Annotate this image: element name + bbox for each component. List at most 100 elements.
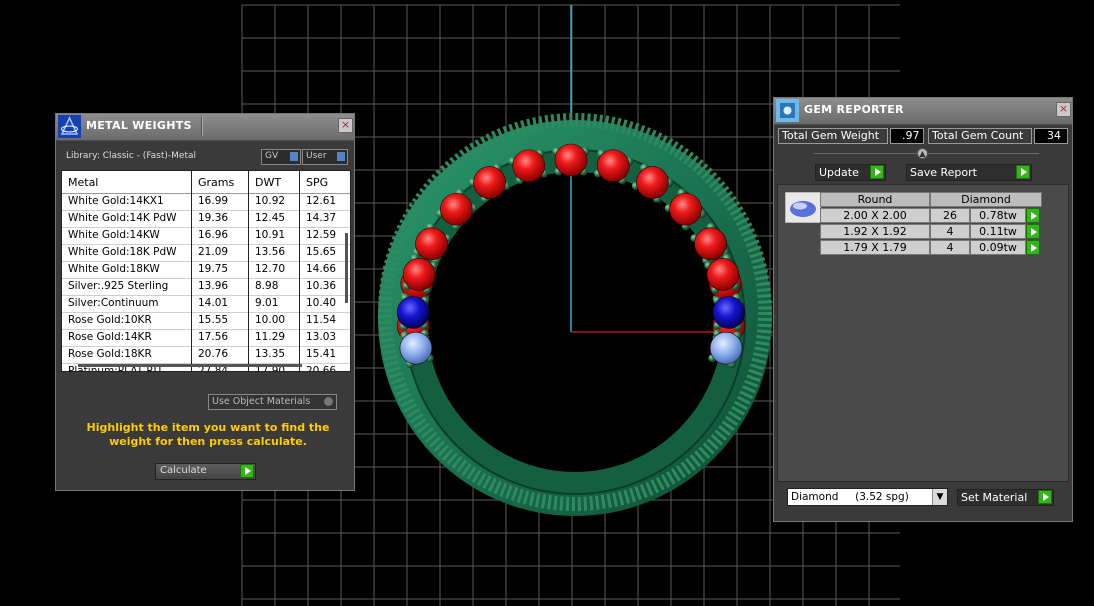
user-toggle[interactable]: User (302, 149, 348, 165)
save-report-play-icon (1016, 165, 1030, 179)
ruby-gem[interactable] (694, 227, 727, 261)
column-header[interactable]: SPG (306, 176, 328, 189)
metal-weights-title: METAL WEIGHTS (86, 119, 192, 132)
select-gems-play-icon[interactable] (1026, 208, 1040, 223)
set-material-play-icon (1038, 490, 1052, 504)
column-divider (248, 171, 249, 371)
table-row[interactable]: White Gold:14KX1 16.99 10.92 12.61 (62, 194, 350, 211)
table-row[interactable]: Rose Gold:10KR 15.55 10.00 11.54 (62, 313, 350, 330)
horizontal-scrollbar[interactable] (78, 364, 302, 367)
select-gems-play-icon[interactable] (1026, 240, 1040, 255)
save-report-button[interactable]: Save Report (906, 164, 1032, 181)
ruby-gem[interactable] (440, 192, 473, 226)
sapphire-gem[interactable] (712, 296, 746, 329)
update-label: Update (819, 166, 859, 179)
table-row[interactable]: White Gold:14KW 16.96 10.91 12.59 (62, 228, 350, 245)
toggle-icon (324, 397, 333, 406)
table-row[interactable]: Rose Gold:18KR 20.76 13.35 15.41 (62, 347, 350, 364)
shape-header: Round (820, 192, 930, 207)
ruby-gem[interactable] (402, 258, 436, 291)
gem-cell: 0.78tw (970, 208, 1026, 223)
total-gem-weight-label: Total Gem Weight (778, 128, 888, 144)
table-cell: Rose Gold:10KR (68, 314, 152, 326)
ring-model[interactable] (378, 113, 772, 516)
vertical-scrollbar[interactable] (345, 233, 348, 303)
table-cell: 11.54 (306, 314, 337, 326)
update-button[interactable]: Update (815, 164, 886, 181)
use-object-materials-label: Use Object Materials (212, 396, 311, 407)
update-play-icon (870, 165, 884, 179)
column-header[interactable]: Grams (198, 176, 234, 189)
table-cell: White Gold:18K PdW (68, 246, 177, 258)
table-row[interactable]: Silver:.925 Sterling 13.96 8.98 10.36 (62, 279, 350, 296)
table-cell: White Gold:14K PdW (68, 212, 177, 224)
set-material-label: Set Material (961, 491, 1028, 504)
table-row[interactable]: White Gold:18KW 19.75 12.70 14.66 (62, 262, 350, 279)
material-select[interactable]: Diamond (3.52 spg) ▼ (787, 488, 948, 506)
material-select-value: Diamond (3.52 spg) (791, 491, 909, 503)
round-gem-thumbnail-icon[interactable] (785, 192, 821, 223)
column-header[interactable]: Metal (68, 176, 98, 189)
table-cell: 10.92 (255, 195, 286, 207)
table-cell: 15.55 (198, 314, 229, 326)
table-cell: 21.09 (198, 246, 229, 258)
column-header[interactable]: DWT (255, 176, 281, 189)
metal-weights-titlebar[interactable]: METAL WEIGHTS × (56, 114, 354, 141)
metal-weights-close-icon[interactable]: × (338, 118, 353, 133)
collapse-toggle-icon[interactable]: ▲ (917, 148, 928, 159)
total-gem-weight-value: .97 (890, 128, 924, 144)
ruby-gem[interactable] (554, 143, 588, 177)
table-cell: 10.00 (255, 314, 286, 326)
gem-cell: 1.92 X 1.92 (820, 224, 930, 239)
ruby-gem[interactable] (669, 192, 702, 226)
light-sapphire-gem[interactable] (399, 331, 433, 365)
gem-reporter-titlebar[interactable]: GEM REPORTER × (774, 98, 1072, 125)
column-divider (191, 171, 192, 371)
use-object-materials-toggle[interactable]: Use Object Materials (208, 394, 337, 410)
table-row[interactable]: Rose Gold:14KR 17.56 11.29 13.03 (62, 330, 350, 347)
table-row[interactable]: White Gold:18K PdW 21.09 13.56 15.65 (62, 245, 350, 262)
gem-reporter-close-icon[interactable]: × (1056, 102, 1071, 117)
titlebar-separator (201, 116, 203, 136)
table-cell: 20.66 (306, 365, 337, 372)
ruby-gem[interactable] (473, 166, 506, 199)
gem-reporter-app-icon (776, 99, 799, 122)
hint-text: Highlight the item you want to find the … (86, 421, 330, 448)
table-cell: 13.56 (255, 246, 286, 258)
ruby-gem[interactable] (596, 149, 630, 183)
calculate-button[interactable]: Calculate (155, 463, 256, 480)
ruby-gem[interactable] (706, 258, 740, 291)
table-cell: 12.70 (255, 263, 286, 275)
table-cell: White Gold:14KX1 (68, 195, 164, 207)
gv-toggle[interactable]: GV (261, 149, 301, 165)
ruby-gem[interactable] (636, 166, 669, 199)
metal-weights-app-icon (58, 115, 81, 138)
sapphire-gem[interactable] (396, 296, 430, 329)
select-gems-play-icon[interactable] (1026, 224, 1040, 239)
table-cell: 10.91 (255, 229, 286, 241)
column-divider (299, 171, 300, 371)
table-cell: 8.98 (255, 280, 279, 292)
ruby-gem[interactable] (512, 149, 546, 183)
gem-cell: 0.09tw (970, 240, 1026, 255)
ruby-gem[interactable] (415, 227, 448, 261)
table-cell: 17.56 (198, 331, 229, 343)
total-gem-count-label: Total Gem Count (928, 128, 1032, 144)
table-cell: 19.75 (198, 263, 229, 275)
table-cell: 14.66 (306, 263, 337, 275)
table-row[interactable]: Silver:Continuum 14.01 9.01 10.40 (62, 296, 350, 313)
gem-cell: 1.79 X 1.79 (820, 240, 930, 255)
light-sapphire-gem[interactable] (709, 331, 743, 365)
table-cell: Rose Gold:18KR (68, 348, 152, 360)
gem-cell: 4 (930, 224, 970, 239)
gem-reporter-panel: GEM REPORTER × Total Gem Weight .97 Tota… (773, 97, 1073, 522)
metal-weights-panel: METAL WEIGHTS × Library: Classic - (Fast… (55, 113, 355, 491)
chevron-down-icon[interactable]: ▼ (932, 489, 947, 505)
gem-cell: 0.11tw (970, 224, 1026, 239)
table-cell: 15.65 (306, 246, 337, 258)
set-material-button[interactable]: Set Material (957, 489, 1054, 506)
table-cell: 10.36 (306, 280, 337, 292)
metal-table[interactable]: Metal Grams DWT SPG White Gold:14KX1 16.9… (61, 170, 351, 372)
table-row[interactable]: White Gold:14K PdW 19.36 12.45 14.37 (62, 211, 350, 228)
table-cell: 9.01 (255, 297, 279, 309)
